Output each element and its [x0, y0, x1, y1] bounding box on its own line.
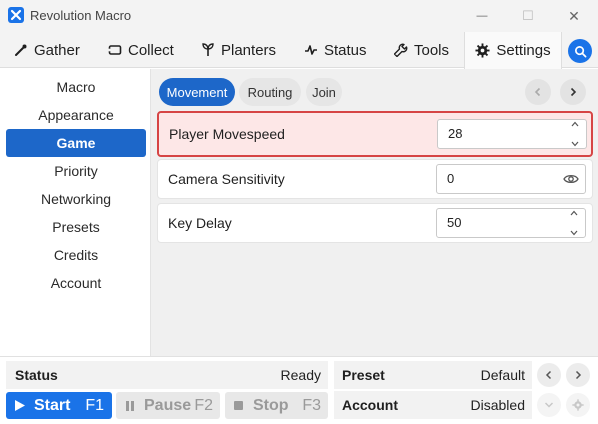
subtab-movement[interactable]: Movement	[159, 78, 235, 106]
sidebar-item-credits[interactable]: Credits	[6, 241, 146, 269]
main-tab-bar: Gather Collect Planters Status Tools Set…	[0, 32, 598, 69]
search-button[interactable]	[568, 39, 592, 63]
pulse-icon	[305, 45, 317, 55]
tab-label: Settings	[496, 42, 551, 59]
setting-row-camera-sensitivity: Camera Sensitivity 0	[157, 159, 593, 199]
tab-label: Tools	[414, 41, 450, 59]
start-label: Start	[34, 396, 71, 414]
gear-icon	[475, 43, 490, 58]
camera-sensitivity-input[interactable]: 0	[436, 164, 586, 194]
close-icon: ✕	[568, 7, 580, 24]
chevron-down-icon	[544, 402, 554, 408]
maximize-button[interactable]: ☐	[505, 0, 551, 32]
preset-next-button[interactable]	[566, 363, 590, 387]
pause-button[interactable]: Pause F2	[116, 392, 220, 419]
tab-label: Gather	[34, 41, 80, 59]
tab-label: Collect	[128, 41, 174, 59]
status-value: Ready	[280, 367, 321, 383]
close-button[interactable]: ✕	[551, 0, 597, 32]
player-movespeed-input[interactable]: 28	[437, 119, 587, 149]
preset-value: Default	[480, 367, 525, 383]
stop-button[interactable]: Stop F3	[225, 392, 328, 419]
pause-icon	[126, 400, 134, 411]
chevron-down-icon[interactable]	[570, 230, 578, 236]
sidebar-item-account[interactable]: Account	[6, 269, 146, 297]
key-delay-stepper[interactable]	[567, 210, 581, 236]
minimize-icon: —	[476, 10, 488, 22]
key-delay-input[interactable]: 50	[436, 208, 586, 238]
account-label: Account	[342, 397, 398, 413]
title-bar: Revolution Macro — ☐ ✕	[0, 0, 598, 32]
chevron-left-icon	[545, 370, 552, 380]
sidebar-item-appearance[interactable]: Appearance	[6, 101, 146, 129]
app-logo-icon	[8, 7, 24, 23]
input-value: 50	[447, 215, 462, 230]
chevron-down-icon[interactable]	[571, 141, 579, 147]
tab-collect[interactable]: Collect	[108, 32, 174, 68]
subtab-join[interactable]: Join	[306, 78, 342, 106]
wrench-icon	[394, 43, 408, 57]
chevron-up-icon[interactable]	[571, 121, 579, 127]
sprout-icon	[202, 43, 214, 56]
account-panel: Account Disabled	[334, 391, 532, 419]
subtab-routing[interactable]: Routing	[239, 78, 301, 106]
status-label: Status	[15, 367, 58, 383]
tab-status[interactable]: Status	[304, 32, 367, 68]
status-panel: Status Ready	[6, 361, 328, 389]
sidebar-item-macro[interactable]: Macro	[6, 73, 146, 101]
setting-label: Key Delay	[168, 215, 232, 231]
movespeed-stepper[interactable]	[568, 121, 582, 147]
maximize-icon: ☐	[522, 8, 534, 23]
play-icon	[15, 400, 25, 411]
status-bar: Status Ready Preset Default Start F1 Pau…	[0, 356, 598, 424]
eye-icon[interactable]	[563, 173, 579, 185]
ticket-icon	[108, 45, 122, 55]
stop-label: Stop	[253, 396, 289, 414]
stop-icon	[234, 401, 243, 410]
preset-label: Preset	[342, 367, 385, 383]
sidebar-item-presets[interactable]: Presets	[6, 213, 146, 241]
sidebar-item-networking[interactable]: Networking	[6, 185, 146, 213]
start-button[interactable]: Start F1	[6, 392, 112, 419]
sidebar-item-game[interactable]: Game	[6, 129, 146, 157]
settings-sidebar: Macro Appearance Game Priority Networkin…	[0, 69, 151, 356]
setting-label: Player Movespeed	[169, 126, 285, 142]
chevron-right-icon	[575, 370, 582, 380]
chevron-right-icon	[570, 87, 577, 97]
tab-planters[interactable]: Planters	[201, 32, 276, 68]
tab-gather[interactable]: Gather	[14, 32, 80, 68]
preset-panel: Preset Default	[334, 361, 532, 389]
preset-prev-button[interactable]	[537, 363, 561, 387]
stop-hotkey: F3	[302, 396, 321, 414]
tab-tools[interactable]: Tools	[394, 32, 449, 68]
account-value: Disabled	[470, 397, 525, 413]
wand-icon	[15, 44, 27, 56]
input-value: 28	[448, 126, 463, 141]
pause-label: Pause	[144, 396, 192, 414]
tab-label: Planters	[221, 41, 277, 59]
chevron-up-icon[interactable]	[570, 210, 578, 216]
chevron-left-icon	[534, 87, 541, 97]
sidebar-item-priority[interactable]: Priority	[6, 157, 146, 185]
start-hotkey: F1	[85, 396, 104, 414]
prev-page-button[interactable]	[525, 79, 551, 105]
tab-settings[interactable]: Settings	[464, 32, 562, 69]
account-settings-button[interactable]	[566, 393, 590, 417]
setting-label: Camera Sensitivity	[168, 171, 285, 187]
input-value: 0	[447, 171, 455, 186]
next-page-button[interactable]	[560, 79, 586, 105]
minimize-button[interactable]: —	[459, 0, 505, 32]
gear-icon	[572, 399, 584, 411]
window-title: Revolution Macro	[30, 8, 132, 23]
account-dropdown-button[interactable]	[537, 393, 561, 417]
search-icon	[574, 45, 586, 57]
settings-panel: Movement Routing Join Player Movespeed 2…	[151, 69, 598, 356]
setting-row-player-movespeed: Player Movespeed 28	[157, 111, 593, 157]
tab-label: Status	[324, 41, 367, 59]
setting-row-key-delay: Key Delay 50	[157, 203, 593, 243]
pause-hotkey: F2	[194, 396, 213, 414]
